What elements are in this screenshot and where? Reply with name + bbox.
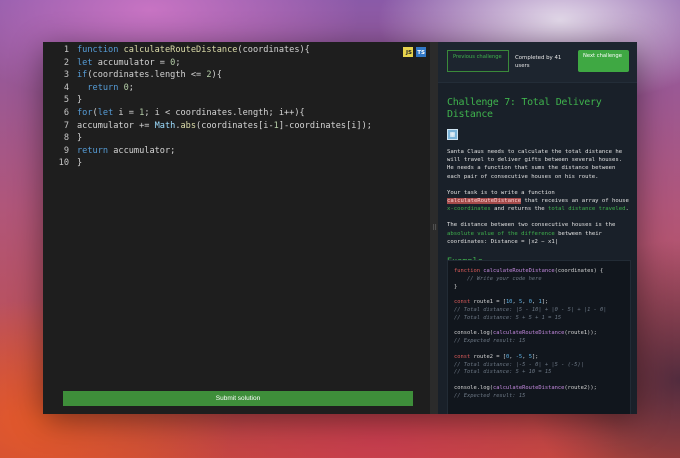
code-line[interactable]: 5} (43, 94, 430, 107)
line-number: 4 (63, 82, 69, 93)
total-distance-highlight: total distance traveled (548, 206, 626, 213)
example-code-line: const route2 = [0, -5, 5]; (454, 353, 539, 360)
example-code-line: // Total distance: |5 - 10| + |0 - 5| + … (454, 306, 607, 313)
app-window: JS TS 1 function calculateRouteDistance(c… (43, 42, 637, 414)
line-number: 6 (63, 107, 69, 118)
challenge-description: Challenge 7: Total Delivery Distance ▦ S… (447, 97, 631, 267)
code-line[interactable]: 4 return 0; (43, 82, 430, 95)
p2-text-c: and returns the (490, 206, 549, 213)
challenge-panel[interactable]: Previous challenge Completed by 41 users… (438, 42, 637, 414)
code-line[interactable]: 2 let accumulator = 0; (43, 57, 430, 70)
example-code-line: console.log(calculateRouteDistance(route… (454, 384, 597, 391)
code-text: } (77, 95, 83, 106)
p3-text-a: The distance between two consecutive hou… (447, 222, 616, 229)
drag-grip-icon[interactable]: ⠿ (432, 224, 437, 232)
code-line[interactable]: 8} (43, 132, 430, 145)
example-code-line: // Expected result: 15 (454, 392, 526, 399)
code-text: for(let i = 1; i < coordinates.length; i… (77, 107, 305, 118)
challenge-nav-bar: Previous challenge Completed by 41 users… (438, 42, 637, 83)
code-line[interactable]: 6 for(let i = 1; i < coordinates.length; … (43, 107, 430, 120)
code-text: } (77, 158, 83, 169)
code-text: let accumulator = 0; (77, 57, 181, 68)
description-paragraph-2: Your task is to write a function calcula… (447, 189, 631, 214)
example-code-line (454, 377, 630, 385)
line-number: 2 (63, 57, 69, 68)
code-line[interactable]: 10} (43, 157, 430, 170)
code-text: accumulator += Math.abs(coordinates[i-1]… (77, 120, 372, 131)
example-code-line (454, 346, 630, 354)
example-code-line: // Total distance: 5 + 5 + 1 = 15 (454, 314, 562, 321)
code-text: return accumulator; (77, 145, 176, 156)
p2-text-a: Your task is to write a function (447, 189, 555, 196)
code-line[interactable]: 7 accumulator += Math.abs(coordinates[i-1… (43, 120, 430, 133)
completed-count: Completed by 41 users (515, 55, 562, 69)
resize-handle[interactable]: ⠿ (430, 42, 438, 414)
code-line[interactable]: 3 if(coordinates.length <= 2){ (43, 69, 430, 82)
code-text: if(coordinates.length <= 2){ (77, 70, 222, 81)
map-emoji-icon: ▦ (447, 129, 458, 140)
line-number: 9 (63, 145, 69, 156)
code-line[interactable]: 1 function calculateRouteDistance(coordin… (43, 44, 430, 57)
example-code-line: // Total distance: 5 + 10 = 15 (454, 369, 552, 376)
code-lines[interactable]: 1 function calculateRouteDistance(coordin… (43, 44, 430, 170)
code-editor[interactable]: JS TS 1 function calculateRouteDistance(c… (43, 42, 430, 414)
example-code-line: function calculateRouteDistance(coordina… (454, 268, 604, 274)
line-number: 8 (63, 133, 69, 144)
example-code-block: function calculateRouteDistance(coordina… (447, 260, 631, 414)
example-code-line: console.log(calculateRouteDistance(route… (454, 330, 597, 337)
example-code-line (454, 291, 630, 299)
example-code-line: const route1 = [10, 5, 0, 1]; (454, 299, 549, 306)
function-name-highlight: calculateRouteDistance (447, 198, 522, 205)
absolute-value-highlight: absolute value of the difference (447, 230, 555, 237)
code-line[interactable]: 9 return accumulator; (43, 145, 430, 158)
code-text: return 0; (87, 82, 134, 93)
example-code-line: // Expected result: 15 (454, 338, 526, 345)
p2-text-b: that receives an array of house (521, 198, 629, 205)
challenge-title: Challenge 7: Total Delivery Distance (447, 97, 602, 120)
example-code-line (454, 323, 630, 331)
code-text: function calculateRouteDistance(coordina… (77, 45, 310, 55)
submit-solution-button[interactable]: Submit solution (63, 391, 413, 406)
line-number: 7 (63, 120, 69, 131)
description-paragraph-1: Santa Claus needs to calculate the total… (447, 149, 623, 180)
description-paragraph-3: The distance between two consecutive hou… (447, 221, 631, 246)
next-challenge-button[interactable]: Next challenge (578, 50, 629, 72)
example-code-line: // Write your code here (454, 275, 542, 282)
x-coordinates-highlight: x-coordinates (447, 206, 491, 213)
line-number: 5 (63, 95, 69, 106)
p2-text-d: . (625, 206, 629, 213)
example-code-line: } (454, 283, 458, 290)
example-code-line: // Total distance: |-5 - 0| + |5 - (-5)| (454, 361, 584, 368)
code-text: } (77, 133, 83, 144)
previous-challenge-button[interactable]: Previous challenge (447, 50, 509, 72)
line-number: 1 (63, 45, 69, 55)
line-number: 3 (63, 70, 69, 81)
line-number: 10 (58, 158, 69, 169)
